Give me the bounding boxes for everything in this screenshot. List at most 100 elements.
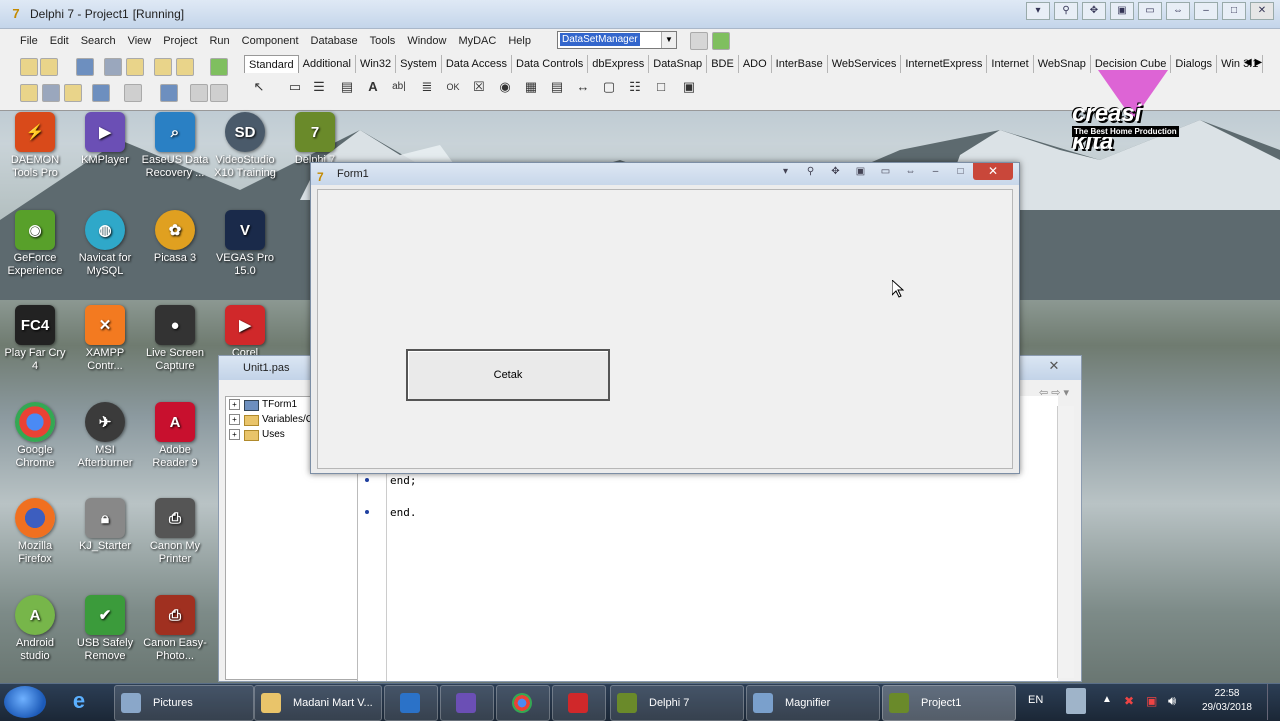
- internet-explorer-icon[interactable]: e: [64, 688, 94, 716]
- desktop-icon-live-screen-capture[interactable]: ● Live Screen Capture: [140, 305, 210, 373]
- radiogroup-icon[interactable]: ☷: [626, 78, 644, 96]
- menu-tools[interactable]: Tools: [364, 32, 402, 50]
- desktop-icon-adobe-reader[interactable]: A Adobe Reader 9: [140, 402, 210, 470]
- desktop-icon-msi-afterburner[interactable]: ✈ MSI Afterburner: [70, 402, 140, 470]
- help-icon[interactable]: [210, 58, 228, 76]
- menu-project[interactable]: Project: [157, 32, 203, 50]
- combobox-icon[interactable]: ▤: [548, 78, 566, 96]
- desktop-icon-canon-my-printer[interactable]: ⎙ Canon My Printer: [140, 498, 210, 566]
- desktop-icon-firefox[interactable]: Mozilla Firefox: [0, 498, 70, 566]
- open-project-icon[interactable]: [126, 58, 144, 76]
- chevron-down-icon[interactable]: ▼: [661, 32, 676, 48]
- taskbar-item-pictures[interactable]: Pictures: [114, 685, 254, 721]
- mainmenu-icon[interactable]: ☰: [310, 78, 328, 96]
- desktop-icon-kmplayer[interactable]: ▶ KMPlayer: [70, 112, 140, 167]
- taskbar-item-corel[interactable]: [552, 685, 606, 721]
- editor-scrollbar[interactable]: [1057, 406, 1074, 678]
- save-desktop-icon[interactable]: [690, 32, 708, 50]
- cetak-button[interactable]: Cetak: [406, 349, 610, 401]
- dock-down-icon[interactable]: ▾: [773, 163, 798, 180]
- restore-down-icon[interactable]: ▣: [848, 163, 873, 180]
- set-debug-desktop-icon[interactable]: [712, 32, 730, 50]
- checkbox-icon[interactable]: ☒: [470, 78, 488, 96]
- menu-edit[interactable]: Edit: [44, 32, 75, 50]
- groupbox-icon[interactable]: ▢: [600, 78, 618, 96]
- network-icon[interactable]: ✖: [1124, 694, 1134, 708]
- desktop-icon-picasa[interactable]: ✿ Picasa 3: [140, 210, 210, 265]
- memo-icon[interactable]: ≣: [418, 78, 436, 96]
- new-form-icon[interactable]: [92, 84, 110, 102]
- desktop-icon-corel[interactable]: ▶ Corel: [210, 305, 280, 360]
- tab-ado[interactable]: ADO: [739, 55, 772, 73]
- frames-icon[interactable]: ▭: [286, 78, 304, 96]
- close-icon[interactable]: ✕: [1043, 358, 1065, 374]
- desktop-icon-geforce[interactable]: ◉ GeForce Experience: [0, 210, 70, 278]
- run-icon[interactable]: [124, 84, 142, 102]
- tab-bde[interactable]: BDE: [707, 55, 739, 73]
- desktop-icon-canon-easy-photo[interactable]: ⎙ Canon Easy-Photo...: [140, 595, 210, 663]
- trace-into-icon[interactable]: [190, 84, 208, 102]
- tab-interbase[interactable]: InterBase: [772, 55, 828, 73]
- desktop-icon-navicat[interactable]: ◍ Navicat for MySQL: [70, 210, 140, 278]
- tab-dbexpress[interactable]: dbExpress: [588, 55, 650, 73]
- menu-view[interactable]: View: [122, 32, 158, 50]
- system-clock[interactable]: 22:58 29/03/2018: [1202, 687, 1252, 715]
- window-icon[interactable]: ▭: [873, 163, 898, 180]
- edit-icon[interactable]: ab|: [390, 78, 408, 96]
- tab-system[interactable]: System: [396, 55, 442, 73]
- pause-icon[interactable]: [160, 84, 178, 102]
- pin-icon[interactable]: ⚲: [798, 163, 823, 180]
- step-over-icon[interactable]: [210, 84, 228, 102]
- toggle-form-unit-icon[interactable]: [64, 84, 82, 102]
- tab-data-controls[interactable]: Data Controls: [512, 55, 589, 73]
- move-icon[interactable]: ✥: [1082, 2, 1106, 20]
- desktop-icon-chrome[interactable]: Google Chrome: [0, 402, 70, 470]
- maximize-icon[interactable]: □: [948, 163, 973, 180]
- menu-run[interactable]: Run: [203, 32, 235, 50]
- tab-win32[interactable]: Win32: [356, 55, 397, 73]
- desktop-layout-combo[interactable]: DataSetManager ▼: [557, 31, 677, 49]
- taskbar-item-magnifier[interactable]: Magnifier: [746, 685, 880, 721]
- minimize-icon[interactable]: –: [1194, 2, 1218, 20]
- alert-icon[interactable]: ▣: [1146, 694, 1157, 708]
- desktop-icon-xampp[interactable]: ✕ XAMPP Contr...: [70, 305, 140, 373]
- show-desktop-button[interactable]: [1267, 684, 1280, 720]
- tab-internetexpress[interactable]: InternetExpress: [901, 55, 988, 73]
- menu-database[interactable]: Database: [305, 32, 364, 50]
- open-icon[interactable]: [40, 58, 58, 76]
- view-unit-icon[interactable]: [20, 84, 38, 102]
- restore-down-icon[interactable]: ▣: [1110, 2, 1134, 20]
- taskbar-item-project1[interactable]: Project1: [882, 685, 1016, 721]
- radiobutton-icon[interactable]: ◉: [496, 78, 514, 96]
- desktop-icon-farcry4[interactable]: FC4 Play Far Cry 4: [0, 305, 70, 373]
- save-icon[interactable]: [76, 58, 94, 76]
- desktop-icon-easeus[interactable]: ⌕ EaseUS Data Recovery ...: [140, 112, 210, 180]
- window-icon[interactable]: ▭: [1138, 2, 1162, 20]
- tray-expand-icon[interactable]: ▲: [1102, 694, 1112, 705]
- recycle-bin-icon[interactable]: [1066, 688, 1086, 714]
- menu-file[interactable]: File: [14, 32, 44, 50]
- start-button[interactable]: [4, 686, 46, 718]
- tab-scroll-arrows-icon[interactable]: ◀ ▶: [1244, 57, 1262, 68]
- taskbar-item-delphi7[interactable]: Delphi 7: [610, 685, 744, 721]
- actionlist-icon[interactable]: ▣: [680, 78, 698, 96]
- tab-additional[interactable]: Additional: [299, 55, 356, 73]
- language-indicator[interactable]: EN: [1028, 694, 1043, 706]
- scrollbar-icon[interactable]: ↔: [574, 78, 592, 96]
- desktop-icon-delphi7[interactable]: 7 Delphi 7: [280, 112, 350, 167]
- popupmenu-icon[interactable]: ▤: [338, 78, 356, 96]
- maximize-icon[interactable]: □: [1222, 2, 1246, 20]
- taskbar-item-madani-mart[interactable]: Madani Mart V...: [254, 685, 382, 721]
- menu-mydac[interactable]: MyDAC: [452, 32, 502, 50]
- label-icon[interactable]: A: [364, 78, 382, 96]
- menu-help[interactable]: Help: [502, 32, 537, 50]
- desktop-icon-android-studio[interactable]: A Android studio: [0, 595, 70, 663]
- button-icon[interactable]: OK: [444, 78, 462, 96]
- view-form-icon[interactable]: [42, 84, 60, 102]
- save-all-icon[interactable]: [104, 58, 122, 76]
- desktop-icon-videostudio[interactable]: SD VideoStudio X10 Training: [210, 112, 280, 180]
- desktop-icon-daemon-tools[interactable]: ⚡ DAEMON Tools Pro: [0, 112, 70, 180]
- desktop-icon-usb-safely-remove[interactable]: ✔ USB Safely Remove: [70, 595, 140, 663]
- taskbar-item-app-blue[interactable]: [384, 685, 438, 721]
- taskbar-item-kmplayer[interactable]: [440, 685, 494, 721]
